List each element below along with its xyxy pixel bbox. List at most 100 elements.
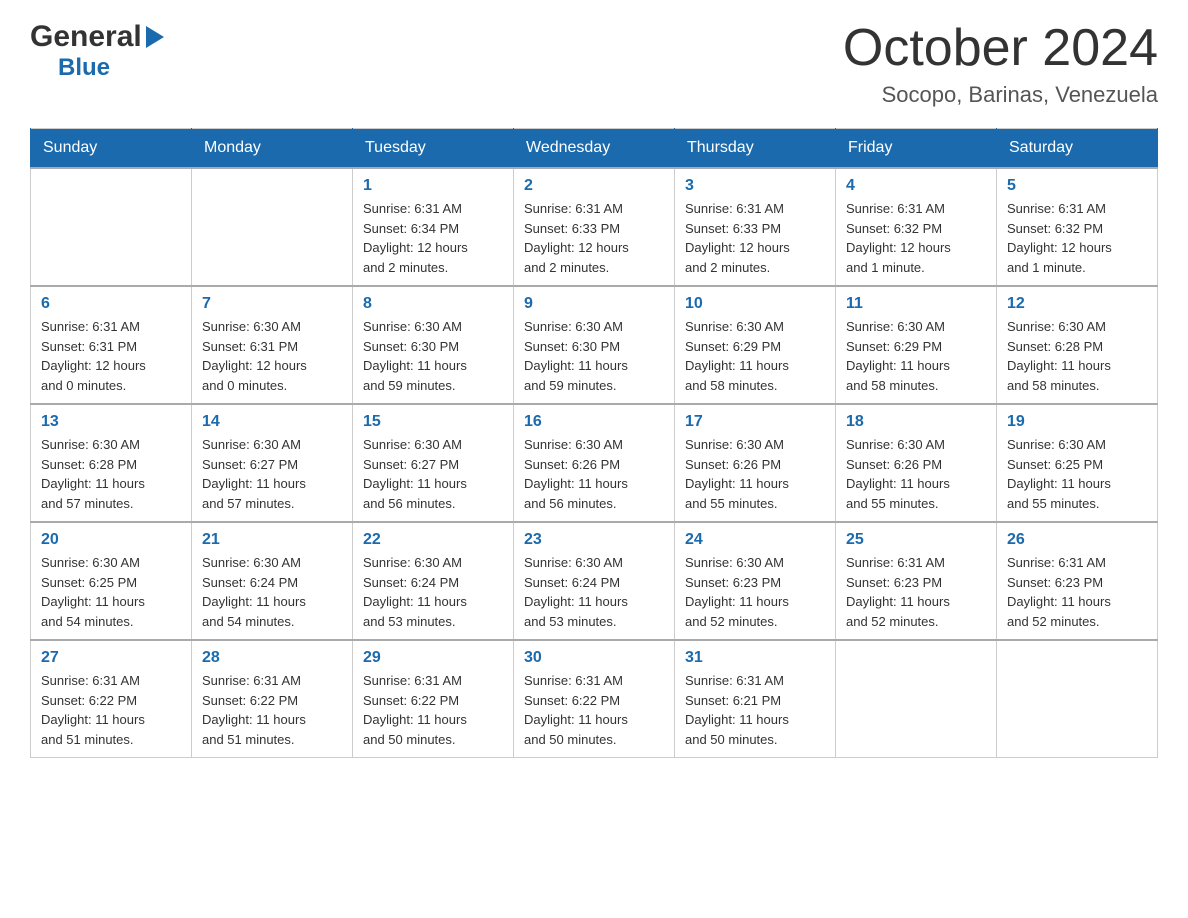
weekday-header-row: SundayMondayTuesdayWednesdayThursdayFrid… (31, 129, 1158, 169)
day-number: 5 (1007, 177, 1147, 195)
day-info: Sunrise: 6:31 AMSunset: 6:22 PMDaylight:… (363, 671, 503, 749)
day-cell-29: 29 Sunrise: 6:31 AMSunset: 6:22 PMDayligh… (353, 640, 514, 758)
day-number: 10 (685, 295, 825, 313)
weekday-header-sunday: Sunday (31, 129, 192, 169)
day-number: 27 (41, 649, 181, 667)
day-number: 18 (846, 413, 986, 431)
day-cell-8: 8Sunrise: 6:30 AMSunset: 6:30 PMDaylight… (353, 286, 514, 404)
day-number: 15 (363, 413, 503, 431)
day-info: Sunrise: 6:31 AMSunset: 6:32 PMDaylight:… (846, 199, 986, 277)
day-number: 19 (1007, 413, 1147, 431)
week-row-5: 27 Sunrise: 6:31 AMSunset: 6:22 PMDayligh… (31, 640, 1158, 758)
week-row-2: 6 Sunrise: 6:31 AMSunset: 6:31 PMDaylight… (31, 286, 1158, 404)
day-info: Sunrise: 6:30 AMSunset: 6:24 PMDaylight:… (202, 553, 342, 631)
day-number: 23 (524, 531, 664, 549)
day-number: 24 (685, 531, 825, 549)
day-info: Sunrise: 6:30 AMSunset: 6:25 PMDaylight:… (1007, 435, 1147, 513)
day-info: Sunrise: 6:30 AMSunset: 6:29 PMDaylight:… (846, 317, 986, 395)
day-number: 22 (363, 531, 503, 549)
day-info: Sunrise: 6:31 AMSunset: 6:23 PMDaylight:… (846, 553, 986, 631)
day-info: Sunrise: 6:31 AMSunset: 6:22 PMDaylight:… (202, 671, 342, 749)
day-info: Sunrise: 6:31 AMSunset: 6:33 PMDaylight:… (685, 199, 825, 277)
week-row-4: 20 Sunrise: 6:30 AMSunset: 6:25 PMDayligh… (31, 522, 1158, 640)
day-number: 28 (202, 649, 342, 667)
day-cell-1: 1 Sunrise: 6:31 AMSunset: 6:34 PMDaylight… (353, 168, 514, 286)
day-number: 7 (202, 295, 342, 313)
day-cell-4: 4 Sunrise: 6:31 AMSunset: 6:32 PMDaylight… (836, 168, 997, 286)
day-info: Sunrise: 6:31 AMSunset: 6:23 PMDaylight:… (1007, 553, 1147, 631)
day-number: 31 (685, 649, 825, 667)
day-cell-10: 10 Sunrise: 6:30 AMSunset: 6:29 PMDayligh… (675, 286, 836, 404)
day-info: Sunrise: 6:30 AMSunset: 6:28 PMDaylight:… (41, 435, 181, 513)
day-info: Sunrise: 6:30 AMSunset: 6:29 PMDaylight:… (685, 317, 825, 395)
day-cell-2: 2 Sunrise: 6:31 AMSunset: 6:33 PMDaylight… (514, 168, 675, 286)
day-info: Sunrise: 6:30 AMSunset: 6:30 PMDaylight:… (524, 317, 664, 395)
day-number: 8 (363, 295, 503, 313)
day-cell-24: 24 Sunrise: 6:30 AMSunset: 6:23 PMDayligh… (675, 522, 836, 640)
day-info: Sunrise: 6:31 AMSunset: 6:22 PMDaylight:… (41, 671, 181, 749)
weekday-header-monday: Monday (192, 129, 353, 169)
day-cell-12: 12Sunrise: 6:30 AMSunset: 6:28 PMDayligh… (997, 286, 1158, 404)
day-cell-20: 20 Sunrise: 6:30 AMSunset: 6:25 PMDayligh… (31, 522, 192, 640)
day-cell-27: 27 Sunrise: 6:31 AMSunset: 6:22 PMDayligh… (31, 640, 192, 758)
empty-cell (192, 168, 353, 286)
day-cell-16: 16Sunrise: 6:30 AMSunset: 6:26 PMDayligh… (514, 404, 675, 522)
day-cell-14: 14 Sunrise: 6:30 AMSunset: 6:27 PMDayligh… (192, 404, 353, 522)
day-cell-5: 5 Sunrise: 6:31 AMSunset: 6:32 PMDaylight… (997, 168, 1158, 286)
day-cell-28: 28 Sunrise: 6:31 AMSunset: 6:22 PMDayligh… (192, 640, 353, 758)
weekday-header-tuesday: Tuesday (353, 129, 514, 169)
day-number: 14 (202, 413, 342, 431)
week-row-1: 1 Sunrise: 6:31 AMSunset: 6:34 PMDaylight… (31, 168, 1158, 286)
day-number: 6 (41, 295, 181, 313)
day-cell-13: 13 Sunrise: 6:30 AMSunset: 6:28 PMDayligh… (31, 404, 192, 522)
day-cell-6: 6 Sunrise: 6:31 AMSunset: 6:31 PMDaylight… (31, 286, 192, 404)
day-number: 26 (1007, 531, 1147, 549)
day-cell-21: 21 Sunrise: 6:30 AMSunset: 6:24 PMDayligh… (192, 522, 353, 640)
day-info: Sunrise: 6:30 AMSunset: 6:25 PMDaylight:… (41, 553, 181, 631)
day-number: 16 (524, 413, 664, 431)
day-number: 20 (41, 531, 181, 549)
day-number: 17 (685, 413, 825, 431)
week-row-3: 13 Sunrise: 6:30 AMSunset: 6:28 PMDayligh… (31, 404, 1158, 522)
day-number: 30 (524, 649, 664, 667)
day-number: 25 (846, 531, 986, 549)
day-number: 3 (685, 177, 825, 195)
day-info: Sunrise: 6:31 AMSunset: 6:22 PMDaylight:… (524, 671, 664, 749)
day-number: 1 (363, 177, 503, 195)
logo-general-text: General (30, 20, 142, 54)
day-number: 13 (41, 413, 181, 431)
day-number: 2 (524, 177, 664, 195)
day-info: Sunrise: 6:30 AMSunset: 6:23 PMDaylight:… (685, 553, 825, 631)
day-info: Sunrise: 6:31 AMSunset: 6:33 PMDaylight:… (524, 199, 664, 277)
day-cell-25: 25 Sunrise: 6:31 AMSunset: 6:23 PMDayligh… (836, 522, 997, 640)
day-number: 11 (846, 295, 986, 313)
day-number: 4 (846, 177, 986, 195)
day-info: Sunrise: 6:31 AMSunset: 6:32 PMDaylight:… (1007, 199, 1147, 277)
logo: General Blue (30, 20, 164, 82)
header: General Blue October 2024 Socopo, Barina… (30, 20, 1158, 108)
day-cell-17: 17Sunrise: 6:30 AMSunset: 6:26 PMDayligh… (675, 404, 836, 522)
day-number: 12 (1007, 295, 1147, 313)
location-title: Socopo, Barinas, Venezuela (843, 82, 1158, 108)
logo-triangle-icon (146, 26, 164, 53)
day-cell-15: 15Sunrise: 6:30 AMSunset: 6:27 PMDayligh… (353, 404, 514, 522)
empty-cell (836, 640, 997, 758)
day-cell-3: 3 Sunrise: 6:31 AMSunset: 6:33 PMDaylight… (675, 168, 836, 286)
day-info: Sunrise: 6:30 AMSunset: 6:27 PMDaylight:… (202, 435, 342, 513)
day-info: Sunrise: 6:31 AMSunset: 6:31 PMDaylight:… (41, 317, 181, 395)
logo-blue-text: Blue (58, 54, 110, 81)
day-number: 29 (363, 649, 503, 667)
empty-cell (997, 640, 1158, 758)
title-area: October 2024 Socopo, Barinas, Venezuela (843, 20, 1158, 108)
weekday-header-saturday: Saturday (997, 129, 1158, 169)
day-info: Sunrise: 6:31 AMSunset: 6:34 PMDaylight:… (363, 199, 503, 277)
calendar: SundayMondayTuesdayWednesdayThursdayFrid… (30, 128, 1158, 758)
day-info: Sunrise: 6:31 AMSunset: 6:21 PMDaylight:… (685, 671, 825, 749)
empty-cell (31, 168, 192, 286)
day-info: Sunrise: 6:30 AMSunset: 6:24 PMDaylight:… (363, 553, 503, 631)
month-title: October 2024 (843, 20, 1158, 77)
day-cell-23: 23Sunrise: 6:30 AMSunset: 6:24 PMDayligh… (514, 522, 675, 640)
day-number: 21 (202, 531, 342, 549)
weekday-header-wednesday: Wednesday (514, 129, 675, 169)
day-cell-22: 22 Sunrise: 6:30 AMSunset: 6:24 PMDayligh… (353, 522, 514, 640)
